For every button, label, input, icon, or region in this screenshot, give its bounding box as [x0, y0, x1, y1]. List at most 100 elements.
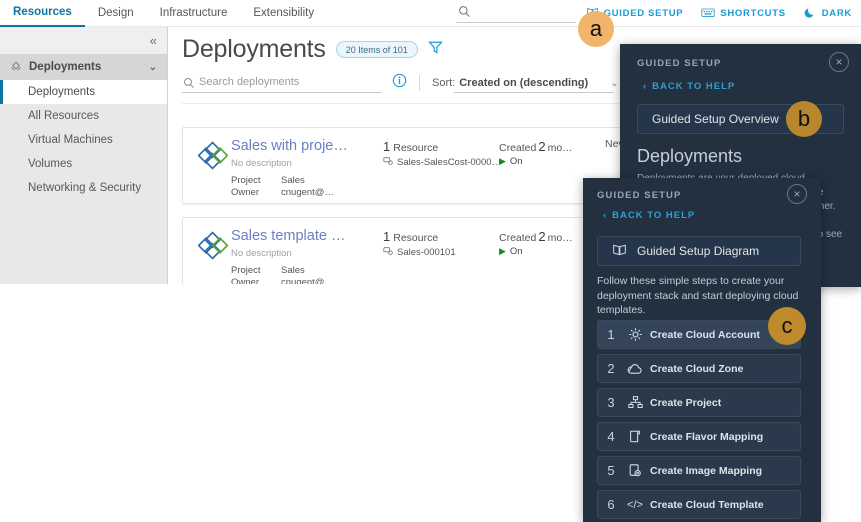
deployment-title[interactable]: Sales template …: [231, 228, 345, 244]
sidebar-item-label: Volumes: [28, 158, 73, 170]
step-number: 5: [607, 463, 615, 478]
created-label: Created: [499, 232, 537, 244]
guided-step-create-cloud-template[interactable]: 6 </> Create Cloud Template: [597, 490, 801, 519]
deployment-description: No description: [231, 158, 292, 169]
nav-tab-label: Design: [97, 7, 134, 19]
guided-setup-diagram-button[interactable]: Guided Setup Diagram: [597, 236, 801, 266]
map-book-icon: [612, 242, 627, 260]
sidebar-item-all-resources[interactable]: All Resources: [0, 104, 167, 128]
step-label: Create Project: [650, 396, 722, 409]
page-header: Deployments 20 Items of 101: [182, 35, 443, 64]
owner-label: Owner: [231, 187, 259, 198]
guided-step-create-image-mapping[interactable]: 5 Create Image Mapping: [597, 456, 801, 485]
top-navigation-bar: Resources Design Infrastructure Extensib…: [0, 0, 861, 27]
sort-control[interactable]: Sort: Created on (descending) ⌄: [432, 77, 619, 93]
step-label: Create Cloud Account: [650, 328, 760, 341]
gear-icon: [624, 327, 646, 342]
global-search-input[interactable]: [473, 6, 573, 18]
shortcuts-link[interactable]: SHORTCUTS: [692, 0, 794, 27]
callout-badge-b: b: [786, 101, 822, 137]
search-deployments[interactable]: Search deployments: [182, 73, 382, 93]
sidebar-item-networking-security[interactable]: Networking & Security: [0, 176, 167, 200]
chevron-double-left-icon: «: [149, 33, 157, 48]
step-number: 2: [607, 361, 615, 376]
back-to-help-label: BACK TO HELP: [612, 210, 696, 221]
resource-count: 1: [383, 139, 391, 154]
moon-icon: [804, 6, 817, 22]
sidebar-item-label: Networking & Security: [28, 182, 142, 194]
chevron-left-icon: ‹: [643, 81, 648, 92]
guided-setup-diagram-label: Guided Setup Diagram: [637, 244, 760, 258]
step-number: 4: [607, 429, 615, 444]
chevron-left-icon: ‹: [603, 210, 608, 221]
nav-tab-label: Extensibility: [253, 7, 315, 19]
nav-tab-extensibility[interactable]: Extensibility: [240, 0, 327, 27]
close-icon[interactable]: ×: [829, 52, 849, 72]
page-title: Deployments: [182, 35, 326, 63]
sidebar-collapse-button[interactable]: «: [0, 27, 167, 54]
resource-name: Sales-000101: [397, 247, 456, 258]
project-value: Sales: [281, 265, 305, 276]
resource-name: Sales-SalesCost-0000…: [397, 157, 502, 168]
nav-right-links: GUIDED SETUP SHORTCUTS DARK: [577, 0, 861, 27]
guided-step-create-flavor-mapping[interactable]: 4 Create Flavor Mapping: [597, 422, 801, 451]
project-label: Project: [231, 265, 261, 276]
keyboard-icon: [701, 6, 715, 22]
power-state: On: [509, 156, 523, 167]
funnel-icon[interactable]: [427, 40, 443, 60]
nav-tab-label: Resources: [13, 6, 72, 18]
resource-icon: [383, 246, 393, 259]
guided-setup-overview-label: Guided Setup Overview: [652, 112, 779, 126]
panel-header-label: GUIDED SETUP: [597, 190, 682, 201]
steps-intro-text: Follow these simple steps to create your…: [597, 275, 799, 316]
step-label: Create Flavor Mapping: [650, 430, 764, 443]
app-root: Resources Design Infrastructure Extensib…: [0, 0, 861, 522]
dark-mode-toggle[interactable]: DARK: [795, 0, 861, 27]
created-group: Created 2 mo…: [499, 228, 573, 246]
panel-header-label: GUIDED SETUP: [637, 58, 722, 69]
project-label: Project: [231, 175, 261, 186]
guided-setup-steps-panel: GUIDED SETUP × ‹ BACK TO HELP Guided Set…: [583, 178, 821, 522]
callout-badge-a: a: [578, 11, 614, 47]
sidebar-group-label: Deployments: [29, 61, 102, 73]
chevron-down-icon: ⌄: [148, 61, 157, 73]
resource-name-row: Sales-SalesCost-0000…: [383, 156, 501, 169]
global-search[interactable]: [456, 4, 576, 23]
power-state-row: ▶ On: [499, 246, 523, 257]
guided-step-create-cloud-zone[interactable]: 2 Create Cloud Zone: [597, 354, 801, 383]
org-chart-icon: [624, 395, 646, 410]
resource-name-row: Sales-000101: [383, 246, 456, 259]
nav-tab-design[interactable]: Design: [85, 0, 147, 27]
created-number: 2: [538, 139, 546, 154]
sort-label: Sort:: [432, 77, 456, 89]
deployment-diamond-icon: [197, 231, 229, 266]
back-to-help-link[interactable]: ‹ BACK TO HELP: [603, 210, 695, 221]
sidebar-item-deployments[interactable]: Deployments: [0, 80, 167, 104]
nav-tab-infrastructure[interactable]: Infrastructure: [147, 0, 241, 27]
created-label: Created: [499, 142, 537, 154]
sidebar-item-volumes[interactable]: Volumes: [0, 152, 167, 176]
created-group: Created 2 mo…: [499, 138, 573, 156]
step-label: Create Cloud Template: [650, 498, 764, 511]
step-number: 3: [607, 395, 615, 410]
back-to-help-link[interactable]: ‹ BACK TO HELP: [643, 81, 735, 92]
sort-underline: [454, 92, 614, 93]
guided-setup-label: GUIDED SETUP: [603, 8, 684, 19]
sidebar-group-deployments[interactable]: Deployments ⌄: [0, 54, 167, 80]
sidebar-item-label: All Resources: [28, 110, 99, 122]
code-icon: </>: [627, 498, 643, 511]
cloud-icon: [624, 362, 646, 376]
close-icon[interactable]: ×: [787, 184, 807, 204]
search-deployments-placeholder: Search deployments: [199, 76, 300, 88]
power-state-row: ▶ On: [499, 156, 523, 167]
guided-step-create-project[interactable]: 3 Create Project: [597, 388, 801, 417]
info-circle-icon[interactable]: [392, 73, 407, 93]
power-state: On: [509, 246, 523, 257]
deployment-title[interactable]: Sales with proje…: [231, 138, 348, 154]
step-number: 1: [607, 327, 615, 342]
created-unit: mo…: [547, 142, 573, 154]
nav-tab-resources[interactable]: Resources: [0, 0, 85, 27]
sidebar-item-virtual-machines[interactable]: Virtual Machines: [0, 128, 167, 152]
step-label: Create Cloud Zone: [650, 362, 744, 375]
chevron-down-icon: ⌄: [610, 77, 619, 89]
